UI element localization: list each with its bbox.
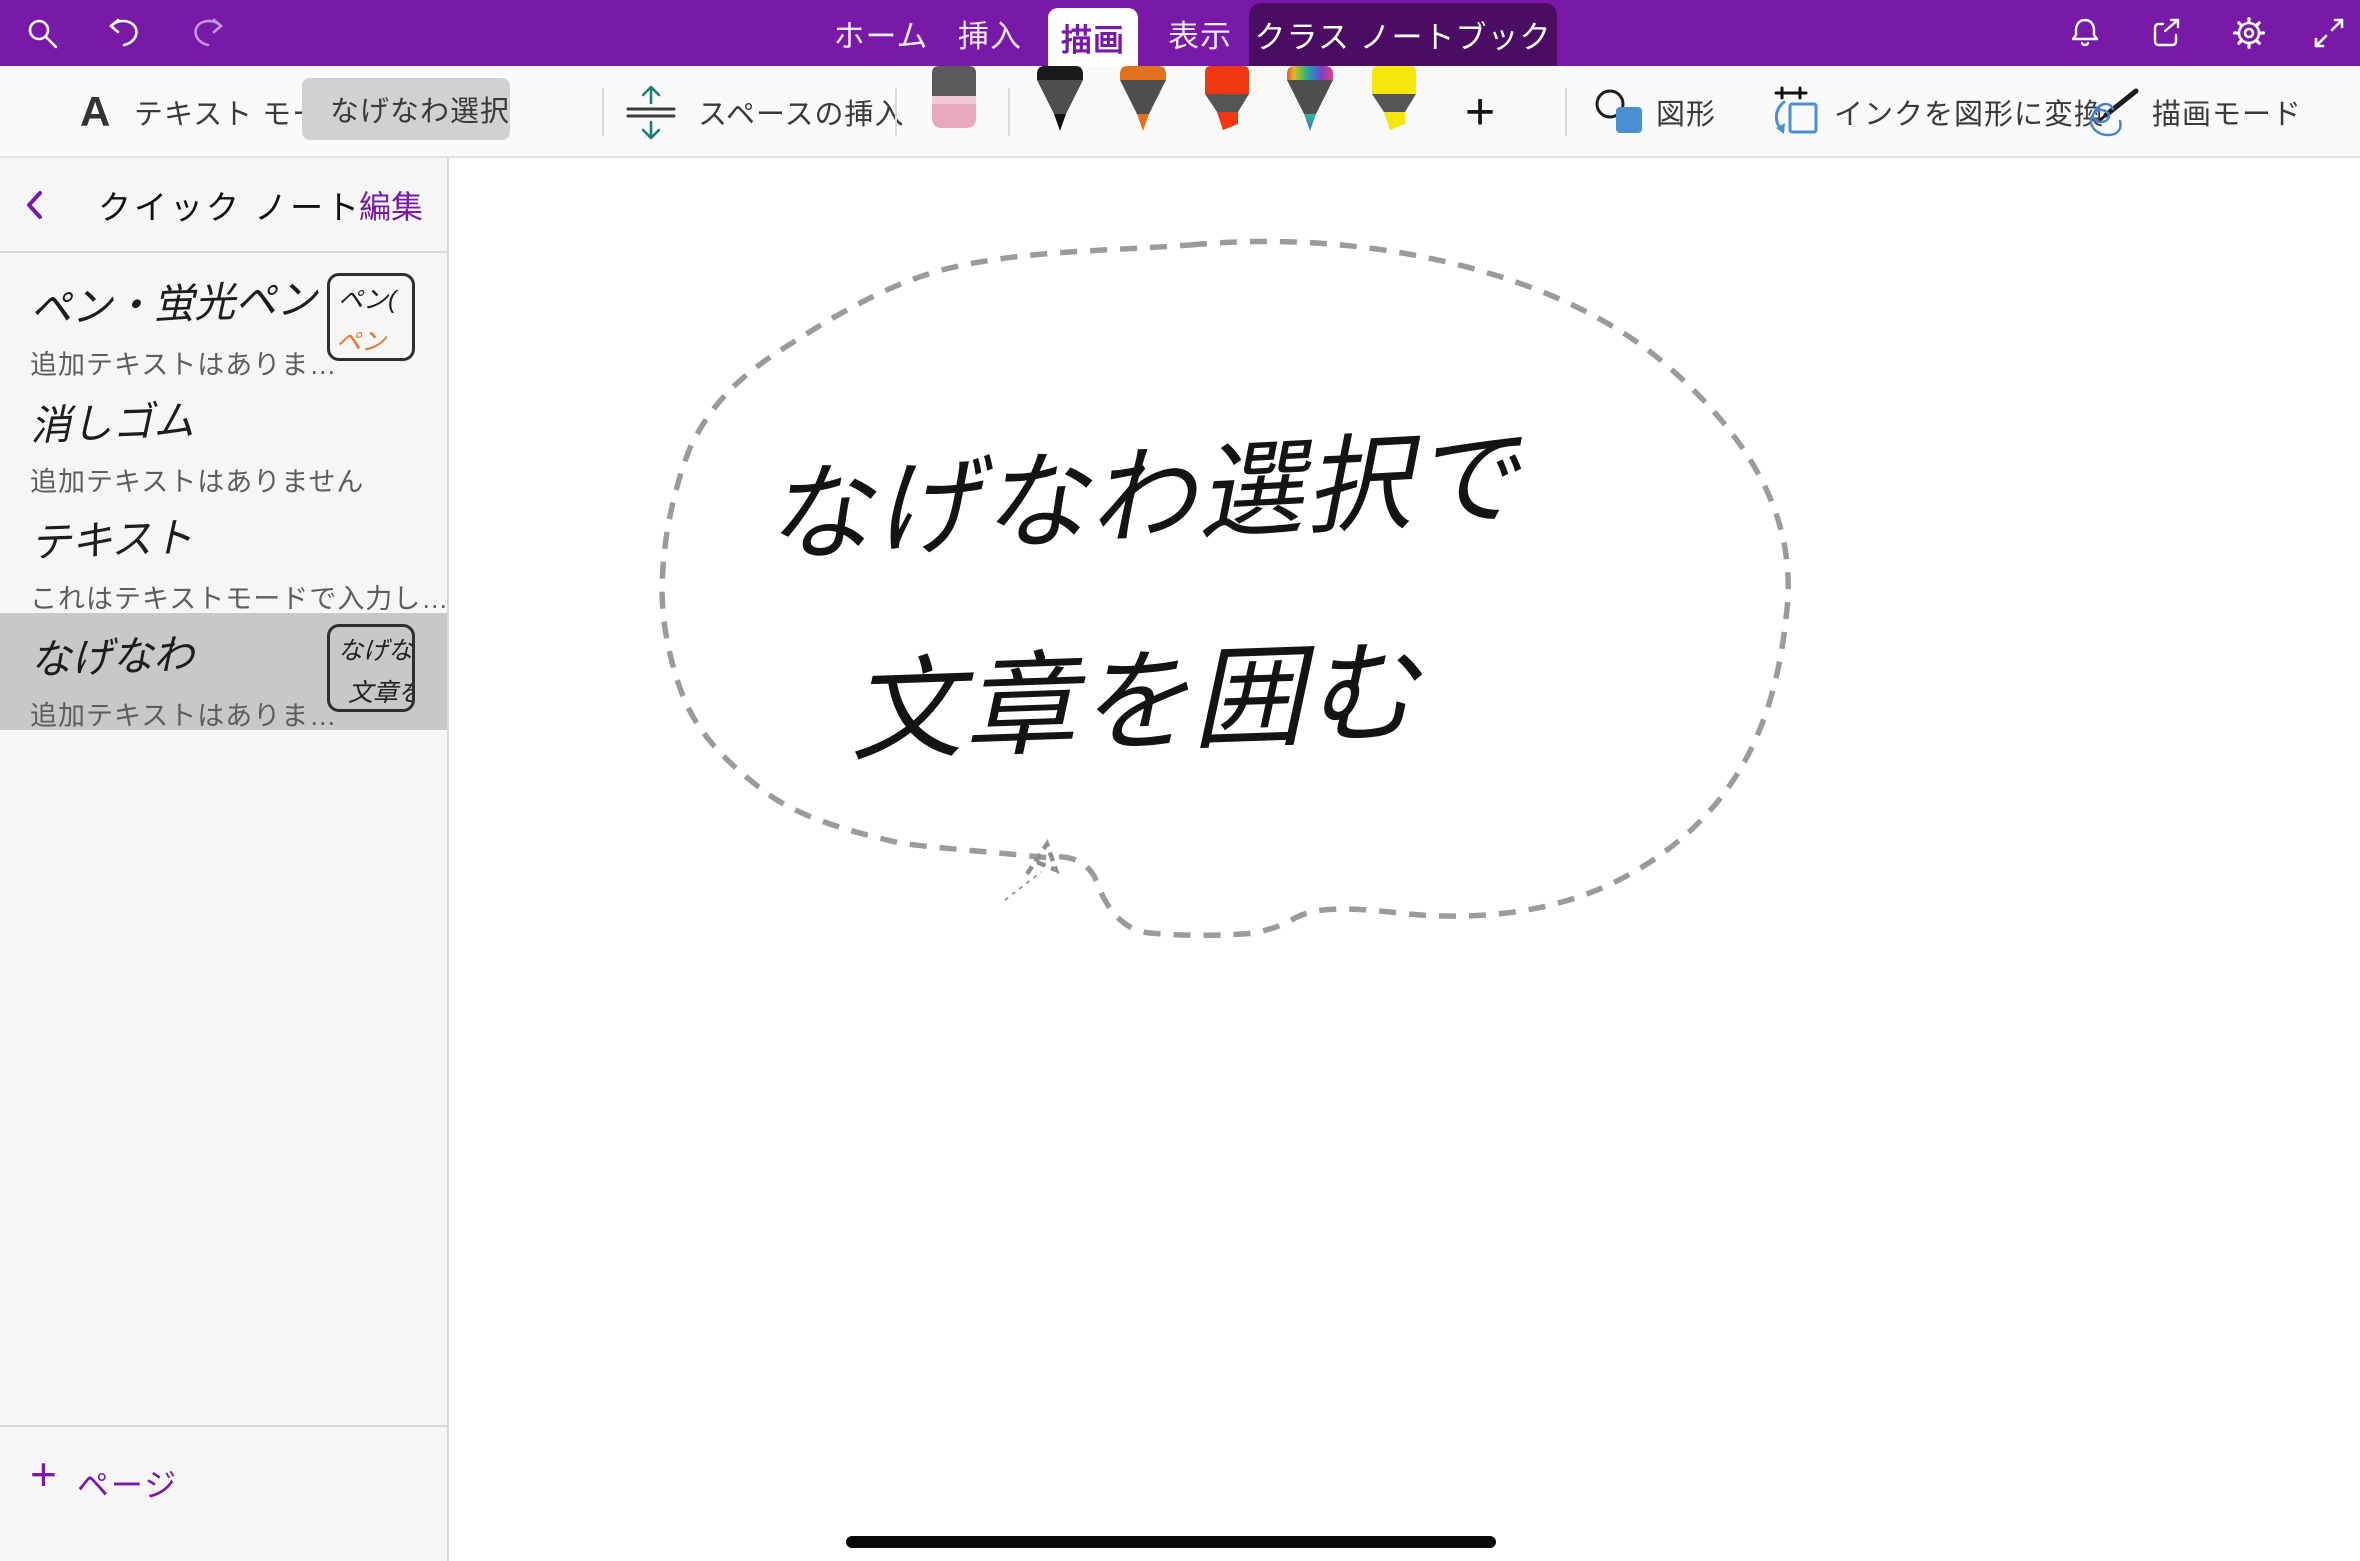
- page-list-sidebar: クイック ノート 編集 ペン・蛍光ペン 追加テキストはありま… ペン( ペン 消…: [0, 158, 449, 1561]
- section-title: クイック ノート: [98, 181, 362, 229]
- toolbar-divider: [895, 88, 897, 136]
- text-mode-button[interactable]: A: [80, 66, 110, 158]
- add-page-label: ページ: [77, 1451, 178, 1506]
- thumbnail-ink-line: ペン: [336, 322, 386, 358]
- lasso-selection-outline[interactable]: [662, 241, 1788, 935]
- sidebar-page-item-3[interactable]: テキスト これはテキストモードで入力し…: [0, 496, 447, 613]
- toolbar-divider: [1008, 88, 1010, 136]
- ink-handwriting-line-1[interactable]: なげなわ選択で: [762, 418, 1527, 576]
- back-chevron-icon[interactable]: [0, 157, 70, 252]
- ink-layer: なげなわ選択で 文章を囲む: [449, 158, 2360, 1561]
- sidebar-page-item-4-selected[interactable]: なげなわ 追加テキストはありま… なげな 文章を: [0, 613, 447, 730]
- add-page-button[interactable]: + ページ: [0, 1425, 447, 1561]
- page-title-ink: 消しゴム: [29, 377, 448, 452]
- onenote-window: ホーム 挿入 描画 表示 クラス ノートブック: [0, 0, 2360, 1561]
- yellow-highlighter-tool[interactable]: [1367, 66, 1421, 132]
- draw-mode-button[interactable]: [2086, 66, 2142, 158]
- red-highlighter-tool[interactable]: [1200, 66, 1254, 132]
- search-icon[interactable]: [14, 0, 70, 66]
- draw-ribbon: A テキスト モード なげなわ選択 スペースの挿入: [0, 66, 2360, 158]
- rainbow-pen-tool[interactable]: [1283, 66, 1337, 132]
- share-icon[interactable]: [2139, 0, 2195, 66]
- lasso-select-button[interactable]: なげなわ選択: [302, 78, 510, 140]
- tab-class-notebook[interactable]: クラス ノートブック: [1249, 3, 1557, 66]
- sidebar-page-item-1[interactable]: ペン・蛍光ペン 追加テキストはありま… ペン( ペン: [0, 262, 447, 379]
- bell-icon[interactable]: [2057, 0, 2113, 66]
- plus-icon: +: [1465, 86, 1495, 138]
- insert-space-label-wrap[interactable]: スペースの挿入: [698, 66, 905, 158]
- drawing-canvas[interactable]: なげなわ選択で 文章を囲む: [449, 158, 2360, 1561]
- ink-handwriting-line-2[interactable]: 文章を囲む: [847, 630, 1425, 775]
- draw-mode-label: 描画モード: [2152, 91, 2302, 133]
- redo-icon[interactable]: [180, 0, 236, 66]
- eraser-tool[interactable]: [927, 66, 981, 130]
- toolbar-divider: [602, 88, 604, 136]
- ink-to-shape-label: インクを図形に変換: [1834, 91, 2104, 133]
- edit-button[interactable]: 編集: [359, 182, 423, 228]
- toolbar-divider: [1565, 88, 1567, 136]
- plus-icon: +: [30, 1451, 57, 1497]
- top-app-bar: ホーム 挿入 描画 表示 クラス ノートブック: [0, 0, 2360, 66]
- page-list: ペン・蛍光ペン 追加テキストはありま… ペン( ペン 消しゴム 追加テキストはあ…: [0, 262, 447, 730]
- insert-space-button[interactable]: [622, 66, 680, 158]
- shapes-label: 図形: [1656, 91, 1716, 133]
- tab-class-notebook-label: クラス ノートブック: [1255, 12, 1552, 57]
- thumbnail-ink-line: なげな: [338, 631, 413, 667]
- add-pen-button[interactable]: +: [1452, 66, 1508, 158]
- shapes-icon: [1594, 87, 1648, 137]
- thumbnail-ink-line: 文章を: [348, 673, 415, 709]
- tab-insert[interactable]: 挿入: [948, 0, 1032, 66]
- page-title-ink: テキスト: [29, 494, 448, 569]
- page-subtitle: 追加テキストはありません: [30, 460, 447, 499]
- page-subtitle: これはテキストモードで入力し…: [30, 577, 447, 616]
- undo-icon[interactable]: [96, 0, 152, 66]
- tab-view-label: 表示: [1168, 11, 1232, 56]
- black-pen-tool[interactable]: [1033, 66, 1087, 132]
- draw-mode-label-wrap[interactable]: 描画モード: [2152, 66, 2302, 158]
- sidebar-page-item-2[interactable]: 消しゴム 追加テキストはありません: [0, 379, 447, 496]
- text-mode-icon: A: [80, 88, 110, 136]
- tab-insert-label: 挿入: [958, 11, 1022, 56]
- page-thumbnail: なげな 文章を: [327, 624, 415, 712]
- settings-gear-icon[interactable]: [2221, 0, 2277, 66]
- home-indicator[interactable]: [846, 1536, 1496, 1548]
- lasso-icon: [316, 91, 318, 127]
- ink-to-shape-label-wrap[interactable]: インクを図形に変換: [1834, 66, 2104, 158]
- shapes-button[interactable]: [1594, 66, 1648, 158]
- sidebar-header: クイック ノート 編集: [0, 158, 447, 253]
- ink-to-shape-icon: [1770, 84, 1822, 140]
- tab-view[interactable]: 表示: [1158, 0, 1242, 66]
- draw-mode-icon: [2086, 85, 2142, 139]
- insert-space-icon: [622, 83, 680, 141]
- page-thumbnail: ペン( ペン: [327, 273, 415, 361]
- tab-home-label: ホーム: [833, 11, 928, 56]
- tab-draw-label: 描画: [1061, 15, 1125, 60]
- lasso-knot-tail: [1005, 872, 1041, 900]
- insert-space-label: スペースの挿入: [698, 91, 905, 133]
- thumbnail-ink-line: ペン(: [338, 280, 396, 316]
- tab-home[interactable]: ホーム: [839, 0, 923, 66]
- ink-to-shape-button[interactable]: [1770, 66, 1822, 158]
- lasso-select-label: なげなわ選択: [330, 88, 510, 130]
- tab-draw[interactable]: 描画: [1048, 8, 1138, 66]
- orange-pen-tool[interactable]: [1116, 66, 1170, 132]
- shapes-label-wrap[interactable]: 図形: [1656, 66, 1716, 158]
- fullscreen-expand-icon[interactable]: [2301, 0, 2357, 66]
